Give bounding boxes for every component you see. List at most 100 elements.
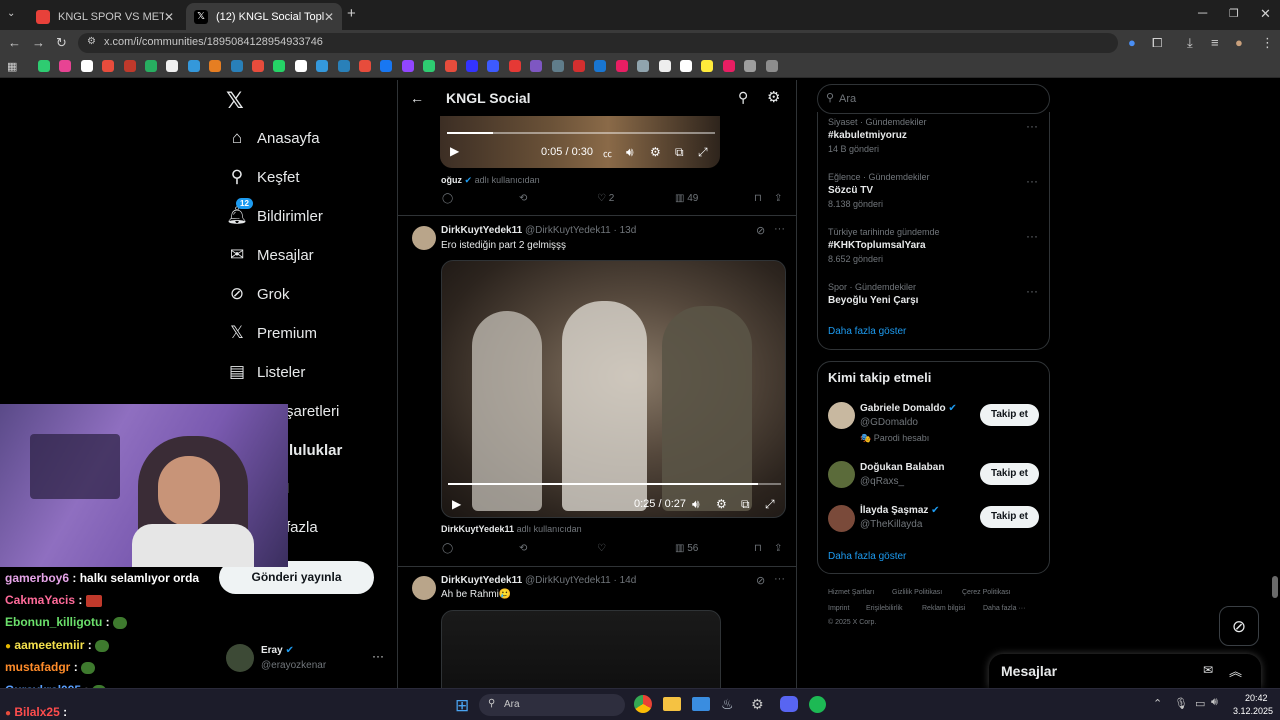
- pip-icon[interactable]: ⧉: [675, 145, 684, 160]
- bookmark-favicon-icon[interactable]: [294, 60, 307, 72]
- bookmark-favicon-icon[interactable]: [765, 60, 778, 72]
- x-logo-icon[interactable]: 𝕏: [226, 88, 244, 114]
- forward-icon[interactable]: →: [32, 36, 45, 50]
- nav-home[interactable]: ⌂ Anasayfa: [226, 118, 320, 158]
- bookmark-favicon-icon[interactable]: [102, 60, 115, 72]
- trend-item[interactable]: Eğlence · Gündemdekiler Sözcü TV 8.138 gön…: [828, 172, 930, 209]
- bookmark-favicon-icon[interactable]: [722, 60, 735, 72]
- bookmark-favicon-icon[interactable]: [573, 60, 585, 72]
- footer-link[interactable]: Çerez Politikası: [962, 589, 1011, 596]
- show-more-link[interactable]: Daha fazla göster: [828, 326, 906, 337]
- more-dots-icon[interactable]: ···: [774, 573, 785, 585]
- video-player[interactable]: ▶ 0:05 / 0:30 ㏄ 🔊︎ ⚙ ⧉ ⤢: [440, 116, 720, 168]
- windows-start-icon[interactable]: ⊞: [455, 696, 469, 716]
- apps-grid-icon[interactable]: ▦: [7, 60, 17, 74]
- video-progress-track[interactable]: [447, 132, 715, 134]
- bookmark-icon[interactable]: ⊓: [754, 543, 762, 554]
- avatar[interactable]: [828, 505, 855, 532]
- discord-icon[interactable]: [780, 696, 798, 712]
- footer-link[interactable]: Daha fazla ···: [983, 605, 1025, 612]
- bookmark-favicon-icon[interactable]: [487, 60, 500, 72]
- fullscreen-icon[interactable]: ⤢: [765, 497, 775, 512]
- bookmark-favicon-icon[interactable]: [123, 60, 136, 72]
- bookmark-favicon-icon[interactable]: [59, 60, 72, 72]
- volume-icon[interactable]: 🔊︎: [1211, 696, 1218, 709]
- expand-up-icon[interactable]: ︽: [1229, 661, 1242, 680]
- footer-link[interactable]: Gizlilik Politikası: [892, 589, 942, 596]
- views-button[interactable]: ▥ 56: [675, 543, 698, 554]
- more-dots-icon[interactable]: ···: [1026, 284, 1038, 298]
- tray-chevron-icon[interactable]: ⌃: [1153, 697, 1162, 710]
- bookmark-favicon-icon[interactable]: [166, 60, 179, 72]
- chrome-app-icon[interactable]: [634, 695, 652, 713]
- file-explorer-icon[interactable]: [663, 697, 681, 711]
- minimize-icon[interactable]: ─: [1198, 6, 1207, 20]
- steam-icon[interactable]: ♨: [721, 696, 734, 713]
- more-dots-icon[interactable]: ···: [372, 649, 384, 663]
- maximize-icon[interactable]: ❐: [1229, 7, 1239, 21]
- video-player[interactable]: ▶ 0:25 / 0:27 🔊︎ ⚙ ⧉ ⤢: [441, 260, 786, 518]
- grok-explain-icon[interactable]: ⊘: [756, 224, 765, 237]
- bookmark-favicon-icon[interactable]: [744, 60, 757, 72]
- extensions-puzzle-icon[interactable]: ⧠: [1152, 36, 1162, 50]
- more-dots-icon[interactable]: ···: [1026, 229, 1038, 243]
- close-window-icon[interactable]: ✕: [1260, 7, 1271, 21]
- photos-app-icon[interactable]: [692, 697, 710, 711]
- bookmark-favicon-icon[interactable]: [337, 60, 350, 72]
- footer-link[interactable]: Hizmet Şartları: [828, 589, 874, 596]
- bookmark-favicon-icon[interactable]: [466, 60, 478, 72]
- share-icon[interactable]: ⇪: [774, 543, 782, 554]
- volume-icon[interactable]: 🔊︎: [692, 497, 700, 512]
- share-icon[interactable]: ⇪: [774, 193, 782, 204]
- bookmark-favicon-icon[interactable]: [38, 60, 50, 72]
- follow-button[interactable]: Takip et: [980, 463, 1039, 485]
- new-message-icon[interactable]: ✉: [1203, 663, 1213, 677]
- bookmark-favicon-icon[interactable]: [551, 60, 564, 72]
- bookmark-favicon-icon[interactable]: [273, 60, 286, 72]
- settings-gear-icon[interactable]: ⚙: [650, 145, 661, 159]
- search-input[interactable]: ⚲ Ara: [817, 84, 1050, 114]
- avatar[interactable]: [412, 226, 436, 250]
- bookmark-favicon-icon[interactable]: [359, 60, 371, 72]
- clock-time[interactable]: 20:42: [1245, 693, 1268, 703]
- bookmark-favicon-icon[interactable]: [658, 60, 671, 72]
- bookmark-favicon-icon[interactable]: [316, 60, 329, 72]
- close-tab-icon[interactable]: ✕: [164, 10, 174, 24]
- tab-kngl-social[interactable]: 𝕏 (12) KNGL Social Topluluk / X ✕: [186, 3, 342, 30]
- video-progress-track[interactable]: [448, 483, 781, 485]
- bookmark-favicon-icon[interactable]: [380, 60, 393, 72]
- reading-list-icon[interactable]: ≡: [1211, 36, 1219, 50]
- more-dots-icon[interactable]: ···: [1026, 119, 1038, 133]
- follow-name[interactable]: İlayda Şaşmaz ✔: [860, 505, 940, 516]
- bookmark-favicon-icon[interactable]: [701, 60, 714, 72]
- author-name[interactable]: DirkKuytYedek11: [441, 575, 522, 586]
- avatar[interactable]: [828, 461, 855, 488]
- like-button[interactable]: ♡: [597, 543, 606, 554]
- repost-icon[interactable]: ⟲: [519, 543, 527, 554]
- like-button[interactable]: ♡ 2: [597, 193, 614, 204]
- bookmark-favicon-icon[interactable]: [145, 60, 157, 72]
- back-arrow-icon[interactable]: ←: [410, 90, 424, 106]
- grok-explain-icon[interactable]: ⊘: [756, 574, 765, 587]
- grok-fab[interactable]: ⊘: [1219, 606, 1259, 646]
- bookmark-favicon-icon[interactable]: [252, 60, 264, 72]
- close-tab-icon[interactable]: ✕: [324, 10, 334, 24]
- nav-communities[interactable]: luluklar: [289, 430, 342, 470]
- more-dots-icon[interactable]: ···: [1026, 174, 1038, 188]
- footer-link[interactable]: Erişilebilirlik: [866, 605, 903, 612]
- bookmark-favicon-icon[interactable]: [637, 60, 650, 72]
- follow-name[interactable]: Gabriele Domaldo ✔: [860, 403, 957, 414]
- bookmark-favicon-icon[interactable]: [530, 60, 543, 72]
- tab-search-icon[interactable]: ⌄: [7, 7, 15, 21]
- app-icon[interactable]: ⚙: [751, 696, 764, 713]
- video-player[interactable]: [441, 610, 721, 688]
- messages-drawer[interactable]: Mesajlar ✉ ︽: [989, 654, 1261, 688]
- nav-explore[interactable]: ⚲ Keşfet: [226, 157, 300, 197]
- back-icon[interactable]: ←: [8, 36, 21, 50]
- pip-icon[interactable]: ⧉: [741, 497, 750, 512]
- play-icon[interactable]: ▶: [452, 497, 461, 511]
- clock-date[interactable]: 3.12.2025: [1233, 706, 1273, 716]
- bookmark-favicon-icon[interactable]: [680, 60, 692, 72]
- show-more-link[interactable]: Daha fazla göster: [828, 551, 906, 562]
- captions-icon[interactable]: ㏄: [603, 147, 612, 160]
